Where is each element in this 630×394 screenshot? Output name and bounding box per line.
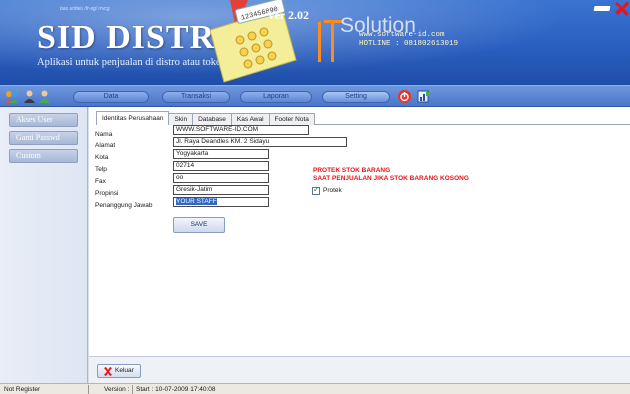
- label-nama: Nama: [95, 131, 113, 138]
- tab-kas-awal[interactable]: Kas Awal: [230, 113, 270, 125]
- header-banner: bas unfaiu /fr-sg/ rrvcg SID DISTRO Apli…: [0, 0, 630, 85]
- protek-title: PROTEK STOK BARANG: [313, 167, 391, 174]
- action-bar: Keluar: [89, 356, 630, 383]
- main-toolbar: Data Transaksi Laporan Setting: [0, 85, 630, 107]
- propinsi-field[interactable]: Gresik-Jatim: [173, 185, 269, 195]
- status-separator: [132, 385, 133, 394]
- status-separator: [88, 385, 89, 394]
- minimize-icon[interactable]: [593, 6, 611, 11]
- status-registration: Not Register: [4, 386, 41, 393]
- label-fax: Fax: [95, 178, 106, 185]
- label-kota: Kota: [95, 154, 109, 161]
- selected-text: YOUR STAFF: [176, 198, 217, 205]
- menu-laporan-button[interactable]: Laporan: [240, 91, 312, 103]
- sidebar-item-custom[interactable]: Custom: [9, 149, 78, 163]
- menu-data-button[interactable]: Data: [73, 91, 149, 103]
- penanggung-jawab-field[interactable]: YOUR STAFF: [173, 197, 269, 207]
- menu-setting-button[interactable]: Setting: [322, 91, 390, 103]
- close-icon[interactable]: [614, 0, 630, 16]
- group-icon[interactable]: [4, 89, 19, 104]
- protek-checkbox[interactable]: [312, 185, 320, 195]
- label-alamat: Alamat: [95, 142, 116, 149]
- label-telp: Telp: [95, 166, 107, 173]
- tab-identitas-perusahaan[interactable]: Identitas Perusahaan: [96, 111, 170, 125]
- version-label: Ver 2.02: [267, 8, 309, 22]
- status-start-time: Start : 10-07-2009 17:40:08: [136, 386, 216, 393]
- hotline-text: HOTLINE : 081802613019: [359, 40, 459, 48]
- app-window: bas unfaiu /fr-sg/ rrvcg SID DISTRO Apli…: [0, 0, 630, 394]
- settings-tabs: Identitas Perusahaan Skin Database Kas A…: [96, 111, 315, 125]
- protek-checkbox-label: Protek: [323, 187, 342, 194]
- settings-panel: Identitas Perusahaan Skin Database Kas A…: [89, 107, 630, 383]
- tab-footer-nota[interactable]: Footer Nota: [268, 113, 315, 125]
- nama-field[interactable]: WWW.SOFTWARE-ID.COM: [173, 125, 309, 135]
- sidebar-item-ganti-passwd[interactable]: Ganti Passwd: [9, 131, 78, 145]
- keluar-label: Keluar: [115, 367, 134, 374]
- user-green-icon[interactable]: [37, 89, 52, 104]
- report-icon[interactable]: [416, 89, 431, 104]
- status-version: Version :: [104, 386, 130, 393]
- tab-database[interactable]: Database: [192, 113, 232, 125]
- telp-field[interactable]: 02714: [173, 161, 269, 171]
- alamat-field[interactable]: Jl. Raya Deandles KM. 2 Sidayu: [173, 137, 347, 147]
- tab-skin[interactable]: Skin: [168, 113, 194, 125]
- sidebar: Akses User Ganti Passwd Custom: [0, 107, 88, 383]
- kota-field[interactable]: Yogyakarta: [173, 149, 269, 159]
- header-tagline: bas unfaiu /fr-sg/ rrvcg: [60, 6, 110, 12]
- menu-transaksi-button[interactable]: Transaksi: [162, 91, 230, 103]
- label-propinsi: Propinsi: [95, 190, 119, 197]
- power-icon[interactable]: [397, 89, 412, 104]
- protek-subtitle: SAAT PENJUALAN JIKA STOK BARANG KOSONG: [313, 175, 469, 182]
- user-icon[interactable]: [22, 89, 37, 104]
- save-button[interactable]: SAVE: [173, 217, 225, 233]
- status-bar: Not Register Version : Start : 10-07-200…: [0, 383, 630, 394]
- keluar-button[interactable]: Keluar: [97, 364, 141, 378]
- label-penanggung-jawab: Penanggung Jawab: [95, 202, 153, 209]
- exit-x-icon: [104, 367, 112, 376]
- sidebar-item-akses-user[interactable]: Akses User: [9, 113, 78, 127]
- fax-field[interactable]: oo: [173, 173, 269, 183]
- website-text: www.software-id.com: [359, 31, 445, 39]
